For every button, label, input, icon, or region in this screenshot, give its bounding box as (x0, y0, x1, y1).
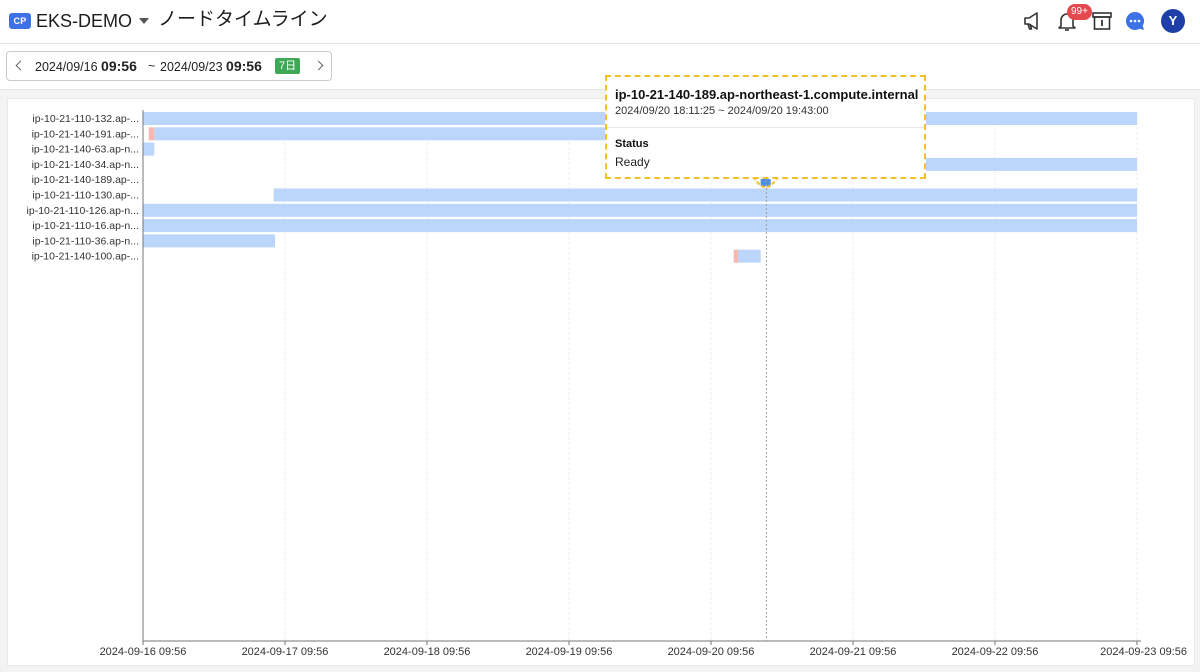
x-tick-label: 2024-09-17 09:56 (242, 646, 329, 658)
tooltip-status-label: Status (615, 138, 649, 150)
timeline-bar[interactable] (273, 188, 1137, 202)
row-labels: ip-10-21-110-132.ap-... ip-10-21-140-191.… (27, 113, 139, 263)
timeline-bar[interactable] (143, 203, 1137, 217)
x-tick-label: 2024-09-16 09:56 (100, 646, 187, 658)
tooltip-title: ip-10-21-140-189.ap-northeast-1.compute.… (615, 87, 919, 102)
x-tick-label: 2024-09-23 09:56 (1100, 646, 1187, 658)
row-label: ip-10-21-110-132.ap-... (32, 113, 139, 125)
timeline-bar[interactable] (154, 127, 621, 141)
row-label: ip-10-21-140-34.ap-n... (32, 159, 139, 171)
x-tick-label: 2024-09-19 09:56 (526, 646, 613, 658)
x-tick-label: 2024-09-18 09:56 (384, 646, 471, 658)
timeline-bar[interactable] (924, 157, 1137, 171)
timeline-bar[interactable] (143, 219, 1137, 233)
timeline-bar[interactable] (737, 249, 761, 263)
row-label: ip-10-21-110-36.ap-n... (32, 235, 139, 247)
timeline-tooltip: ip-10-21-140-189.ap-northeast-1.compute.… (605, 75, 926, 179)
x-tick-label: 2024-09-21 09:56 (810, 646, 897, 658)
node-timeline-chart: ip-10-21-110-132.ap-... ip-10-21-140-191.… (27, 110, 1187, 658)
timeline-bar[interactable] (733, 249, 738, 263)
timeline-bar[interactable] (148, 127, 155, 141)
x-tick-label: 2024-09-22 09:56 (952, 646, 1039, 658)
row-label: ip-10-21-140-191.ap-... (32, 128, 139, 140)
tooltip-range: 2024/09/20 18:11:25 ~ 2024/09/20 19:43:0… (615, 105, 829, 117)
row-label: ip-10-21-110-126.ap-n... (27, 205, 139, 217)
row-label: ip-10-21-140-189.ap-... (32, 174, 139, 186)
row-label: ip-10-21-140-63.ap-n... (32, 144, 139, 156)
timeline-bar[interactable] (143, 234, 276, 248)
tooltip-status-value: Ready (615, 155, 650, 169)
row-label: ip-10-21-140-100.ap-... (32, 251, 139, 263)
x-tick-label: 2024-09-20 09:56 (668, 646, 755, 658)
timeline-bar[interactable] (143, 142, 155, 156)
row-label: ip-10-21-110-16.ap-n... (32, 220, 139, 232)
tooltip-divider (607, 127, 924, 128)
row-label: ip-10-21-110-130.ap-... (32, 190, 139, 202)
